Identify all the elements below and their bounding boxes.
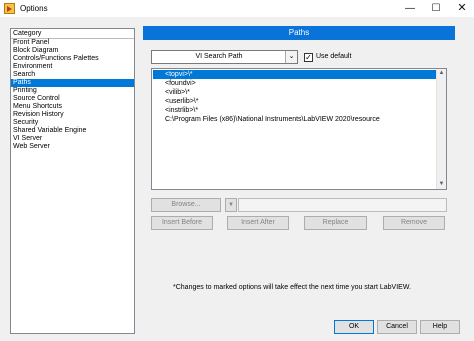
browse-button[interactable]: Browse... (151, 198, 221, 212)
path-input[interactable] (238, 198, 447, 212)
category-item-security[interactable]: Security (11, 119, 134, 127)
path-item[interactable]: <instrlib>\* (153, 106, 437, 115)
labview-app-icon (4, 3, 15, 14)
category-item-revision-history[interactable]: Revision History (11, 111, 134, 119)
category-item-source-control[interactable]: Source Control (11, 95, 134, 103)
checkmark-icon[interactable]: ✓ (304, 53, 313, 62)
category-item-search[interactable]: Search (11, 71, 134, 79)
path-list[interactable]: <topvi>\* <foundvi> <vilib>\* <userlib>\… (151, 68, 447, 190)
scroll-up-arrow-icon[interactable]: ▲ (437, 69, 446, 78)
scroll-down-arrow-icon[interactable]: ▼ (437, 180, 446, 189)
path-item[interactable]: <topvi>\* (153, 70, 437, 79)
replace-button[interactable]: Replace (304, 216, 367, 230)
path-item[interactable]: <vilib>\* (153, 88, 437, 97)
category-item-menu-shortcuts[interactable]: Menu Shortcuts (11, 103, 134, 111)
chevron-down-icon[interactable]: ⌄ (285, 51, 297, 63)
path-type-value: VI Search Path (195, 53, 243, 60)
path-list-scrollbar[interactable]: ▲ ▼ (436, 69, 446, 189)
category-item-shared-variable-engine[interactable]: Shared Variable Engine (11, 127, 134, 135)
path-item[interactable]: <foundvi> (153, 79, 437, 88)
category-item-block-diagram[interactable]: Block Diagram (11, 47, 134, 55)
section-title: Paths (143, 26, 455, 40)
remove-button[interactable]: Remove (383, 216, 445, 230)
path-item[interactable]: <userlib>\* (153, 97, 437, 106)
category-item-web-server[interactable]: Web Server (11, 143, 134, 151)
maximize-button[interactable]: ☐ (423, 0, 449, 17)
category-item-front-panel[interactable]: Front Panel (11, 39, 134, 47)
restart-note: *Changes to marked options will take eff… (173, 284, 411, 291)
category-item-vi-server[interactable]: VI Server (11, 135, 134, 143)
path-type-dropdown[interactable]: VI Search Path ⌄ (151, 50, 298, 64)
category-item-printing[interactable]: Printing (11, 87, 134, 95)
cancel-button[interactable]: Cancel (377, 320, 417, 334)
category-item-controls-functions-palettes[interactable]: Controls/Functions Palettes (11, 55, 134, 63)
path-item[interactable]: C:\Program Files (x86)\National Instrume… (153, 115, 437, 124)
dialog-body: Category Front Panel Block Diagram Contr… (0, 18, 474, 341)
browse-dropdown-arrow-icon[interactable]: ▼ (225, 198, 237, 212)
help-button[interactable]: Help (420, 320, 460, 334)
insert-before-button[interactable]: Insert Before (151, 216, 213, 230)
window-title: Options (20, 4, 48, 13)
minimize-button[interactable]: — (397, 0, 423, 17)
category-list[interactable]: Category Front Panel Block Diagram Contr… (10, 28, 135, 334)
insert-after-button[interactable]: Insert After (227, 216, 289, 230)
category-header: Category (11, 29, 134, 39)
close-button[interactable]: ✕ (449, 0, 474, 17)
use-default-label: Use default (316, 53, 352, 60)
category-item-paths[interactable]: Paths (11, 79, 134, 87)
category-item-environment[interactable]: Environment (11, 63, 134, 71)
ok-button[interactable]: OK (334, 320, 374, 334)
title-bar: Options — ☐ ✕ (0, 0, 474, 18)
